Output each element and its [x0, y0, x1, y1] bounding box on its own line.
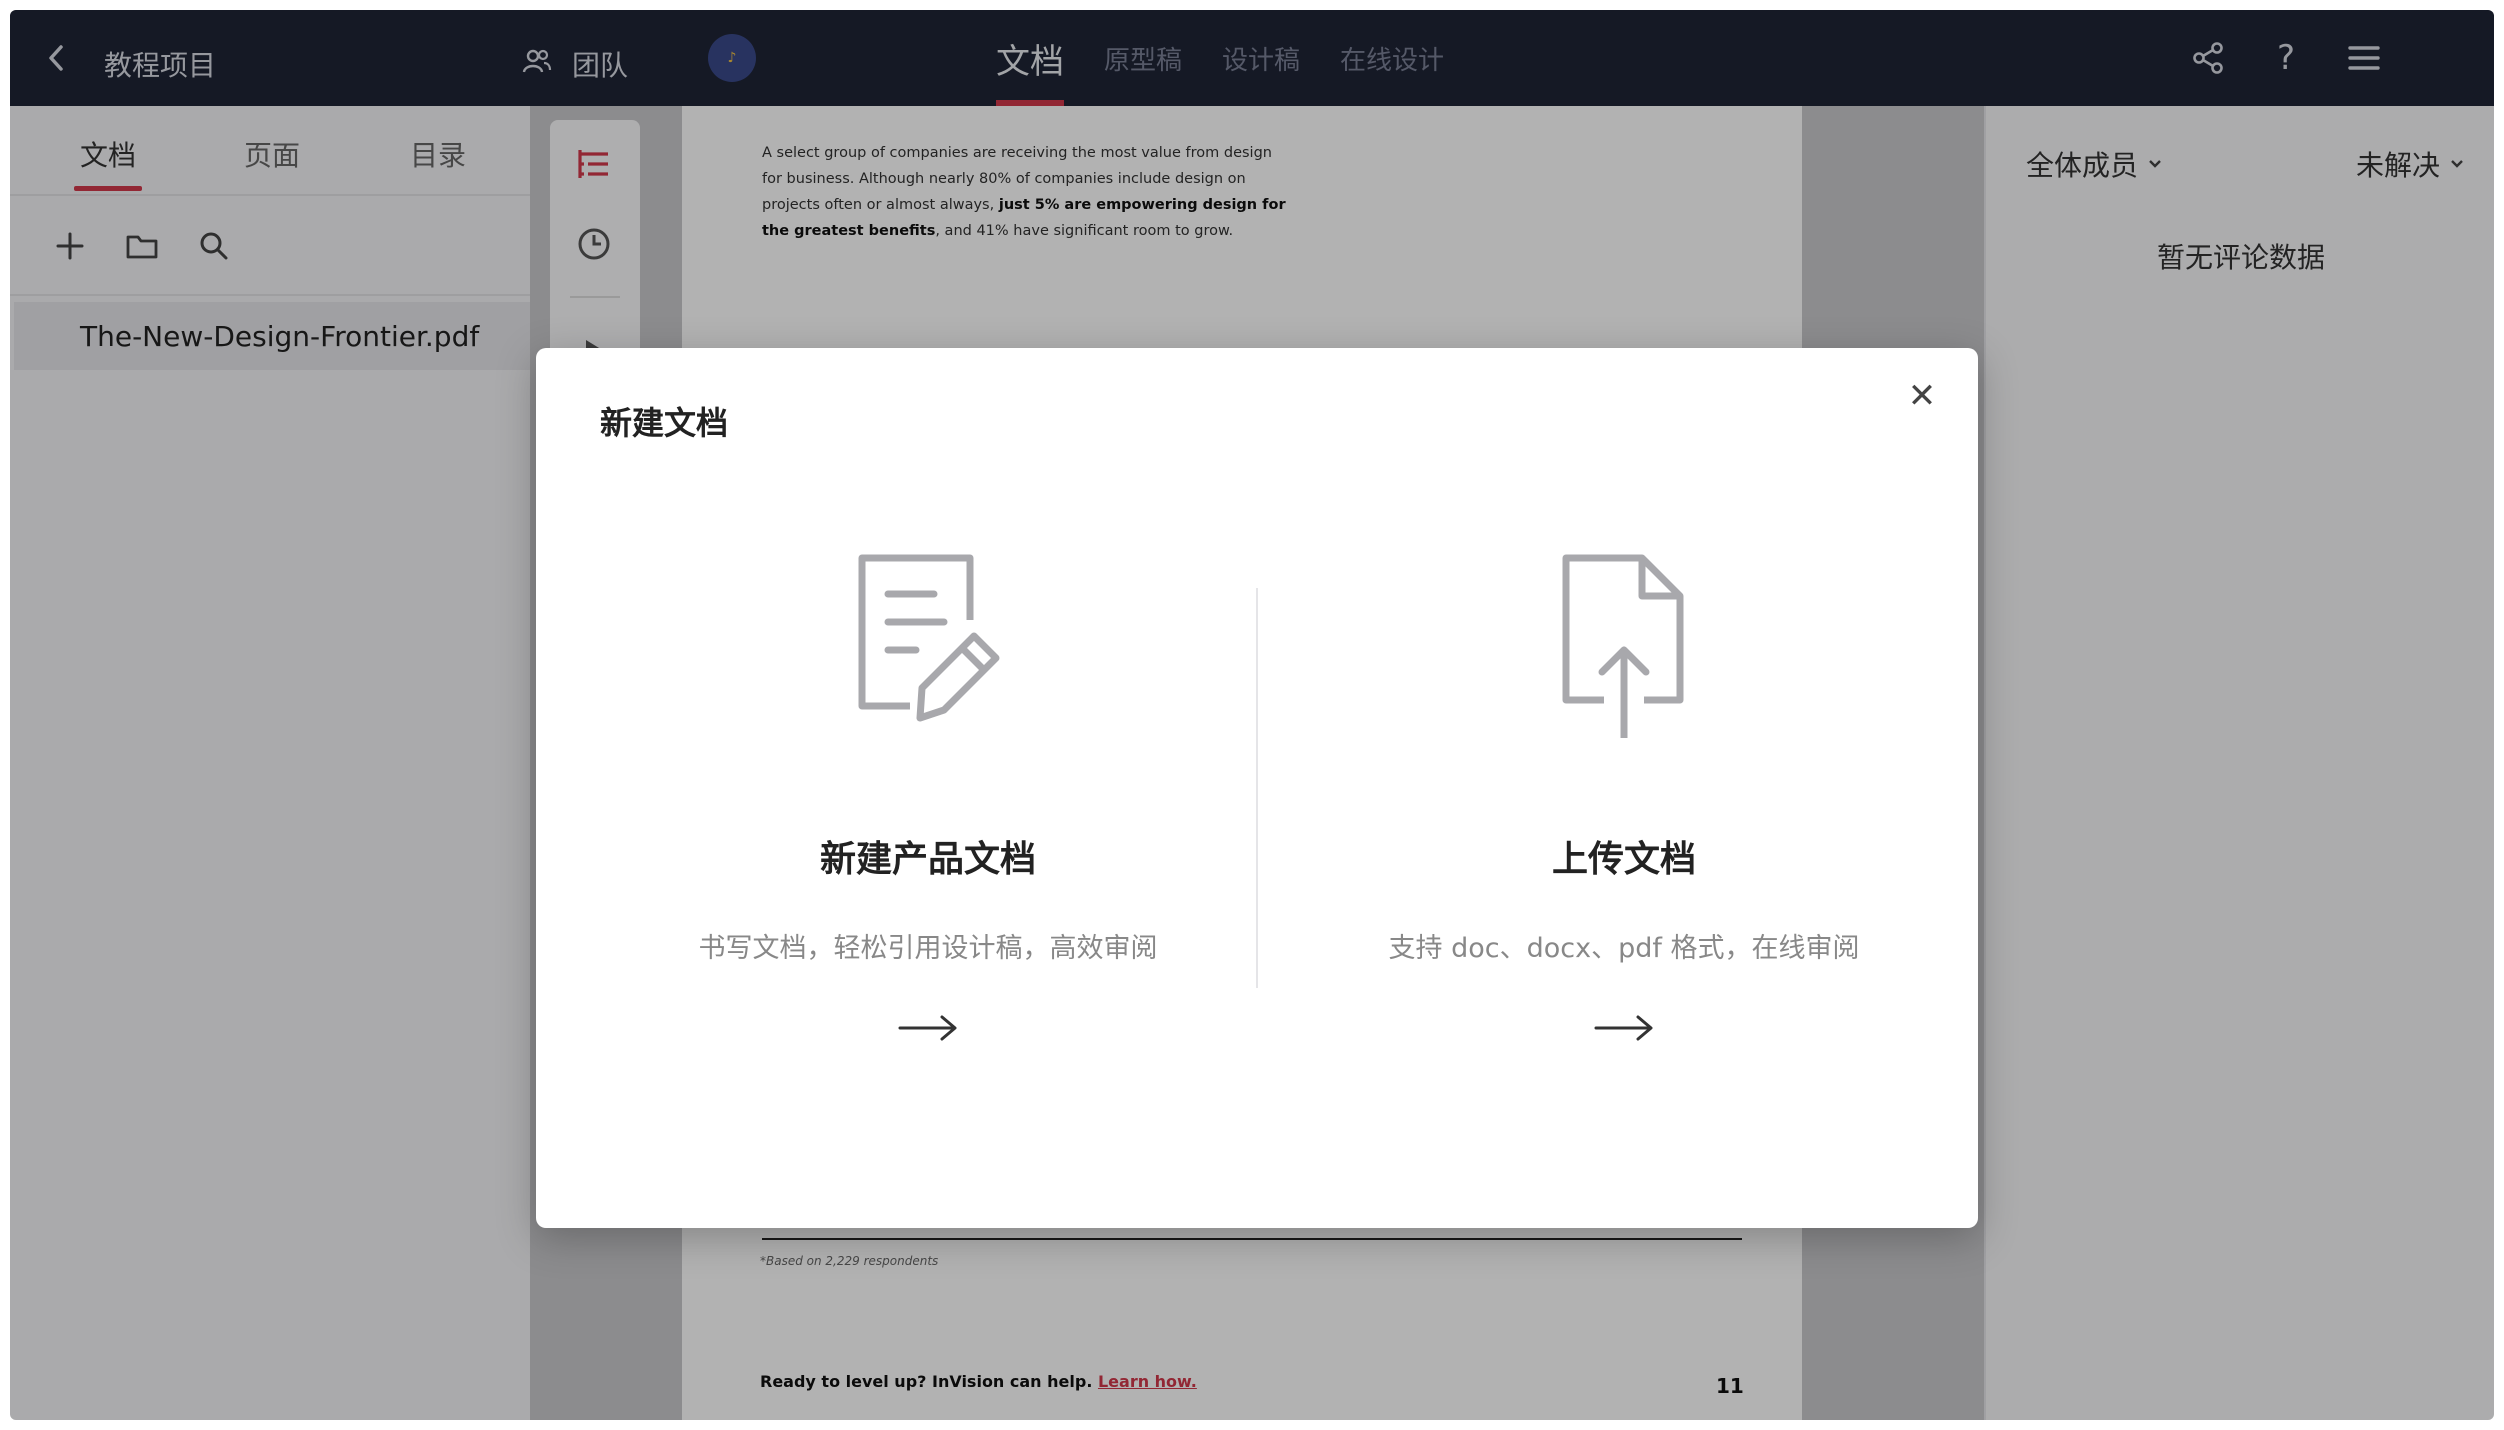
- arrow-right-icon[interactable]: [1594, 1013, 1654, 1043]
- create-product-doc-option[interactable]: 新建产品文档 书写文档，轻松引用设计稿，高效审阅: [628, 538, 1228, 1043]
- document-edit-icon: [848, 538, 1008, 738]
- dialog-title: 新建文档: [600, 404, 729, 442]
- app-window: 教程项目 团队 ♪ 文档 原型稿 设计稿 在线设计 ? 文档 页面 目录 The…: [10, 10, 2494, 1420]
- option-title: 上传文档: [1551, 839, 1696, 880]
- arrow-right-icon[interactable]: [898, 1013, 958, 1043]
- new-document-dialog: 新建文档 ✕ 新建产品文档 书写文档，轻松引用设计稿，高效审阅 上传文档 支持 …: [536, 348, 1978, 1228]
- option-title: 新建产品文档: [819, 839, 1036, 880]
- option-description: 支持 doc、docx、pdf 格式，在线审阅: [1388, 933, 1860, 964]
- dialog-divider: [1256, 588, 1258, 988]
- option-description: 书写文档，轻松引用设计稿，高效审阅: [698, 933, 1158, 964]
- document-upload-icon: [1544, 538, 1704, 742]
- close-icon[interactable]: ✕: [1902, 376, 1942, 416]
- upload-doc-option[interactable]: 上传文档 支持 doc、docx、pdf 格式，在线审阅: [1324, 538, 1924, 1043]
